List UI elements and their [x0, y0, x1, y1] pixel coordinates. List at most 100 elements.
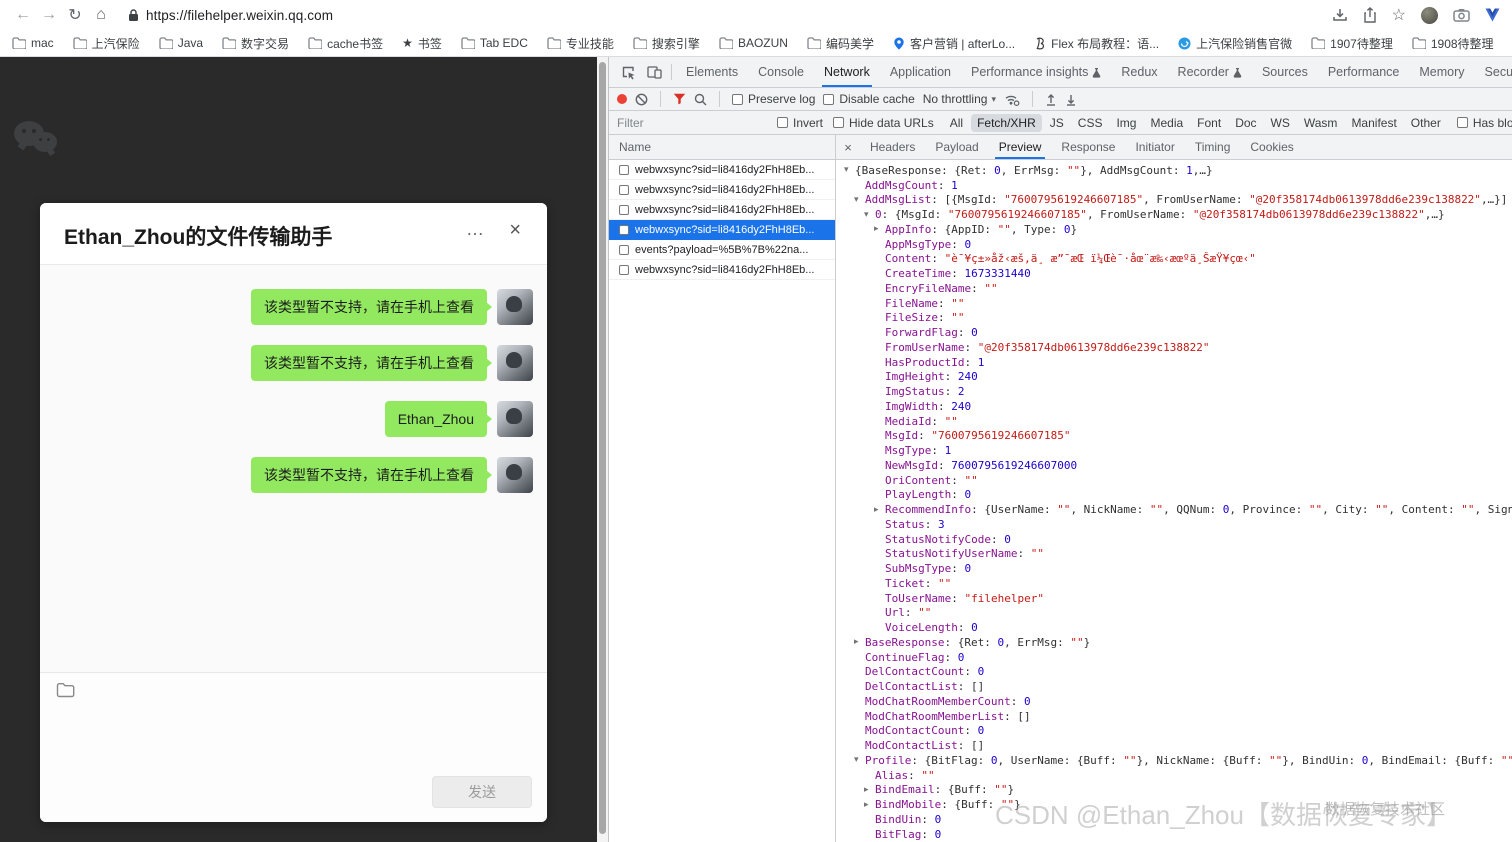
expand-open-icon[interactable]: ▾: [844, 165, 855, 175]
bookmark-item[interactable]: Tab EDC: [461, 36, 528, 50]
bookmark-item[interactable]: 1908待整理: [1412, 35, 1494, 52]
filter-type-wasm[interactable]: Wasm: [1298, 114, 1344, 132]
json-tree-line[interactable]: StatusNotifyCode: 0: [840, 532, 1512, 547]
json-tree-line[interactable]: DelContactCount: 0: [840, 665, 1512, 680]
json-tree-line[interactable]: Content: "è¯¥ç±»åž‹æš‚ä¸ æ”¯æŒ ï¼Œè¯·åœ¨…: [840, 252, 1512, 267]
detail-tab-cookies[interactable]: Cookies: [1240, 135, 1303, 159]
filter-type-fetch-xhr[interactable]: Fetch/XHR: [971, 114, 1042, 132]
message-bubble[interactable]: 该类型暂不支持，请在手机上查看: [251, 457, 487, 493]
json-tree-line[interactable]: FromUserName: "@20f358174db0613978dd6e23…: [840, 340, 1512, 355]
bookmark-item[interactable]: 客户营销 | afterLo...: [893, 35, 1015, 52]
json-tree-line[interactable]: FileName: "": [840, 296, 1512, 311]
json-tree-line[interactable]: Status: 3: [840, 517, 1512, 532]
json-tree-line[interactable]: ▸BindEmail: {Buff: ""}: [840, 783, 1512, 798]
json-tree-line[interactable]: ContinueFlag: 0: [840, 650, 1512, 665]
filter-type-css[interactable]: CSS: [1072, 114, 1109, 132]
checkbox[interactable]: [1457, 117, 1468, 128]
json-tree-line[interactable]: AddMsgCount: 1: [840, 178, 1512, 193]
chat-menu-button[interactable]: …: [466, 219, 485, 240]
filter-type-ws[interactable]: WS: [1265, 114, 1296, 132]
chat-input-area[interactable]: 发送: [40, 672, 547, 822]
bookmark-item[interactable]: cache书签: [308, 35, 383, 52]
json-tree-line[interactable]: EncryFileName: "": [840, 281, 1512, 296]
json-tree-line[interactable]: Ticket: "": [840, 576, 1512, 591]
reload-button[interactable]: ↻: [62, 3, 88, 27]
json-tree-line[interactable]: ▾{BaseResponse: {Ret: 0, ErrMsg: ""}, Ad…: [840, 163, 1512, 178]
json-tree-line[interactable]: ▸RecommendInfo: {UserName: "", NickName:…: [840, 502, 1512, 517]
filter-type-other[interactable]: Other: [1405, 114, 1447, 132]
chat-close-button[interactable]: ×: [509, 219, 521, 242]
hide-data-urls-checkbox[interactable]: Hide data URLs: [833, 116, 934, 130]
tab-memory[interactable]: Memory: [1409, 57, 1474, 87]
json-tree-line[interactable]: StatusNotifyUserName: "": [840, 547, 1512, 562]
bookmark-star-icon[interactable]: ☆: [1392, 5, 1406, 25]
clear-icon[interactable]: [635, 93, 648, 106]
json-tree-line[interactable]: PlayLength: 0: [840, 488, 1512, 503]
json-tree-line[interactable]: ▾0: {MsgId: "7600795619246607185", FromU…: [840, 207, 1512, 222]
json-tree-line[interactable]: MsgType: 1: [840, 443, 1512, 458]
request-checkbox[interactable]: [619, 265, 629, 275]
checkbox[interactable]: [777, 117, 788, 128]
detail-tab-preview[interactable]: Preview: [989, 135, 1052, 159]
json-tree-line[interactable]: BindUin: 0: [840, 812, 1512, 827]
json-tree-line[interactable]: MsgId: "7600795619246607185": [840, 429, 1512, 444]
expand-open-icon[interactable]: ▾: [854, 195, 865, 205]
home-button[interactable]: ⌂: [88, 3, 114, 27]
checkbox[interactable]: [732, 94, 743, 105]
bookmark-item[interactable]: 上汽保险: [73, 35, 140, 52]
tab-recorder[interactable]: Recorder: [1168, 57, 1252, 87]
bookmark-item[interactable]: Flex 布局教程：语...: [1034, 35, 1159, 52]
message-bubble[interactable]: 该类型暂不支持，请在手机上查看: [251, 289, 487, 325]
json-tree-line[interactable]: NewMsgId: 7600795619246607000: [840, 458, 1512, 473]
message-bubble[interactable]: Ethan_Zhou: [385, 401, 487, 437]
request-row[interactable]: webwxsync?sid=li8416dy2FhH8Eb...: [609, 160, 835, 180]
json-tree-line[interactable]: ImgWidth: 240: [840, 399, 1512, 414]
json-tree-line[interactable]: ImgStatus: 2: [840, 384, 1512, 399]
search-icon[interactable]: [694, 93, 707, 106]
avatar[interactable]: [497, 289, 533, 325]
name-column-header[interactable]: Name: [609, 135, 835, 160]
send-button[interactable]: 发送: [432, 776, 532, 808]
expand-closed-icon[interactable]: ▸: [874, 505, 885, 515]
filter-type-all[interactable]: All: [944, 114, 969, 132]
message-bubble[interactable]: 该类型暂不支持，请在手机上查看: [251, 345, 487, 381]
request-checkbox[interactable]: [619, 245, 629, 255]
filter-type-media[interactable]: Media: [1144, 114, 1189, 132]
filter-type-img[interactable]: Img: [1110, 114, 1142, 132]
json-tree-line[interactable]: ▸BindMobile: {Buff: ""}: [840, 797, 1512, 812]
json-tree-line[interactable]: DelContactList: []: [840, 679, 1512, 694]
bookmark-item[interactable]: 1907待整理: [1311, 35, 1393, 52]
bookmark-item[interactable]: 搜索引擎: [633, 35, 700, 52]
detail-tab-timing[interactable]: Timing: [1185, 135, 1241, 159]
request-row[interactable]: webwxsync?sid=li8416dy2FhH8Eb...: [609, 180, 835, 200]
record-icon[interactable]: [617, 94, 627, 104]
detail-tab-payload[interactable]: Payload: [925, 135, 988, 159]
request-checkbox[interactable]: [619, 225, 629, 235]
tab-sources[interactable]: Sources: [1252, 57, 1318, 87]
avatar[interactable]: [497, 457, 533, 493]
detail-close-button[interactable]: ×: [836, 135, 860, 159]
tab-console[interactable]: Console: [748, 57, 814, 87]
expand-closed-icon[interactable]: ▸: [854, 637, 865, 647]
bookmark-item[interactable]: 编码美学: [807, 35, 874, 52]
tab-security[interactable]: Security: [1475, 57, 1512, 87]
throttling-select[interactable]: No throttling▾: [923, 92, 996, 106]
bookmark-item[interactable]: ★书签: [402, 35, 442, 52]
avatar[interactable]: [497, 345, 533, 381]
scrollbar-thumb[interactable]: [599, 62, 606, 834]
expand-open-icon[interactable]: ▾: [864, 210, 875, 220]
tab-elements[interactable]: Elements: [676, 57, 748, 87]
checkbox[interactable]: [823, 94, 834, 105]
back-button[interactable]: ←: [10, 3, 36, 27]
bookmark-item[interactable]: Java: [159, 36, 203, 50]
share-icon[interactable]: [1363, 7, 1377, 23]
import-har-icon[interactable]: [1045, 93, 1057, 106]
filter-type-doc[interactable]: Doc: [1229, 114, 1262, 132]
filter-input[interactable]: [617, 115, 767, 131]
expand-closed-icon[interactable]: ▸: [874, 224, 885, 234]
json-tree-line[interactable]: BitFlag: 0: [840, 827, 1512, 842]
json-tree-line[interactable]: ▾AddMsgList: [{MsgId: "76007956192466071…: [840, 193, 1512, 208]
request-checkbox[interactable]: [619, 185, 629, 195]
json-tree-line[interactable]: VoiceLength: 0: [840, 620, 1512, 635]
tab-application[interactable]: Application: [880, 57, 961, 87]
